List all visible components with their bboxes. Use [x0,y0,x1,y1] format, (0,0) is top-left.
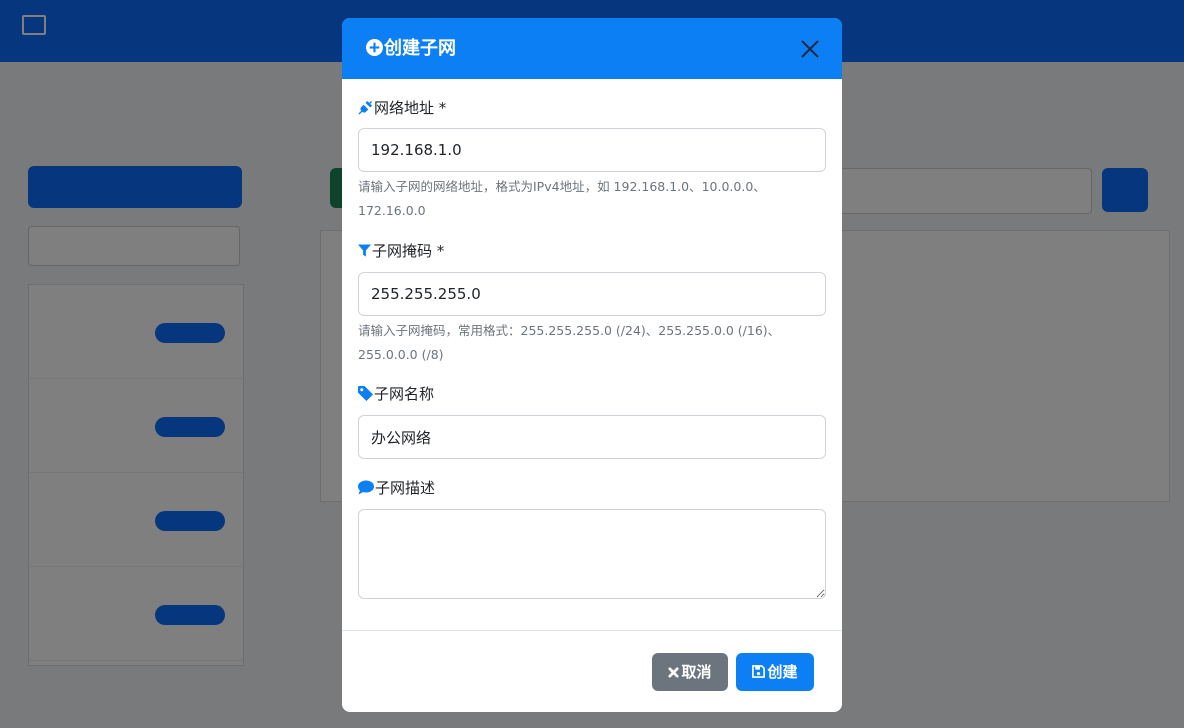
subnet-description-textarea[interactable] [358,509,826,599]
subnet-mask-input[interactable] [358,272,826,316]
create-button[interactable]: 创建 [736,653,814,691]
modal-header: 创建子网 [342,18,842,79]
subnet-mask-label: 子网掩码 * [358,241,444,261]
close-icon[interactable] [798,37,822,61]
subnet-name-label: 子网名称 [358,384,434,404]
plug-icon [358,100,373,115]
cancel-button[interactable]: 取消 [652,653,728,691]
modal-title: 创建子网 [366,37,456,61]
subnet-name-input[interactable] [358,415,826,459]
comment-icon [358,480,374,495]
save-icon [752,665,766,678]
create-subnet-modal: 创建子网 网络地址 * 请输入子网的网络地址，格式为IPv4地址，如 192.1… [342,18,842,712]
modal-footer-divider [342,630,842,631]
filter-icon [358,244,371,257]
network-address-help: 请输入子网的网络地址，格式为IPv4地址，如 192.168.1.0、10.0.… [358,179,766,218]
network-address-input[interactable] [358,128,826,172]
plus-circle-icon [366,39,383,56]
subnet-mask-help: 请输入子网掩码，常用格式：255.255.255.0 (/24)、255.255… [358,323,781,362]
x-icon [668,667,680,678]
tag-icon [358,386,373,401]
network-address-label: 网络地址 * [358,98,446,118]
subnet-description-label: 子网描述 [358,478,435,498]
